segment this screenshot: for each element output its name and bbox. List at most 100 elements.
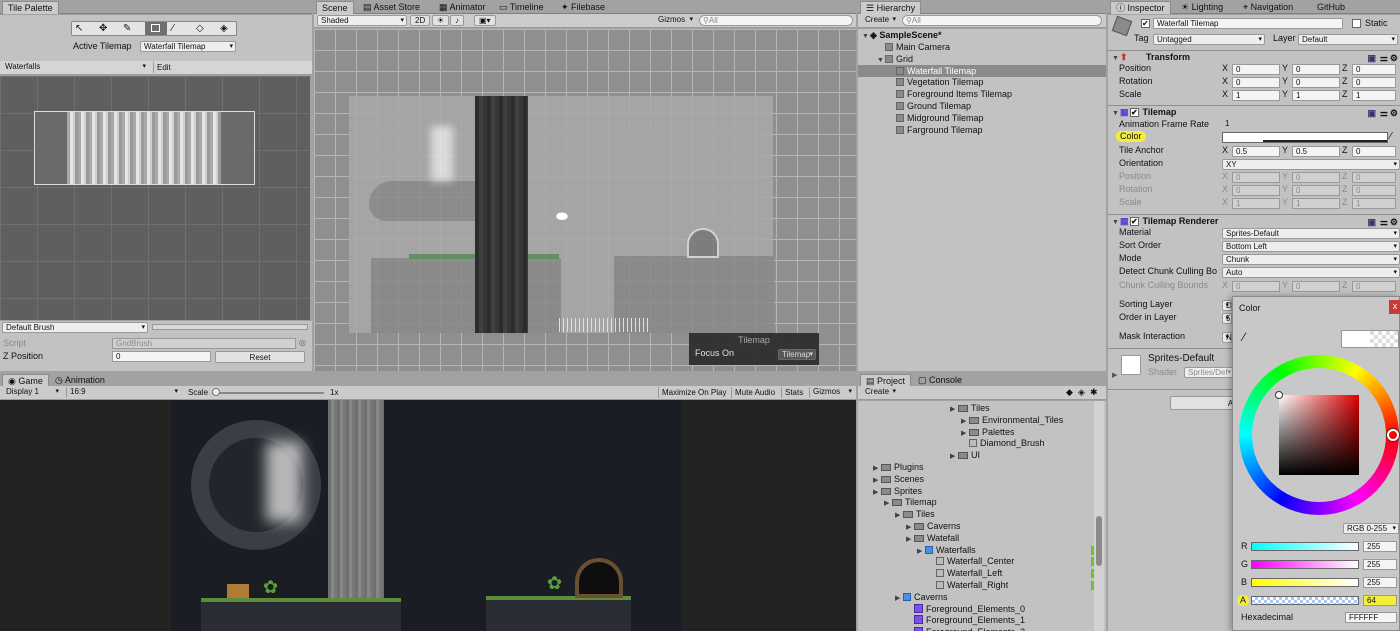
channel-slider-b[interactable] — [1251, 578, 1359, 587]
vector-input-z[interactable]: 0 — [1352, 77, 1396, 88]
static-checkbox[interactable] — [1352, 19, 1361, 28]
tilemap-renderer-header[interactable]: ▼▦ ✔ Tilemap Renderer ▣ ⚌ ⚙ — [1108, 214, 1400, 227]
vector-input-x[interactable]: 0 — [1232, 64, 1280, 75]
project-item[interactable]: Foreground_Elements_0 — [858, 603, 1106, 615]
tilemap-header[interactable]: ▼▦ ✔ Tilemap ▣ ⚌ ⚙ — [1108, 105, 1400, 118]
palette-selection[interactable] — [34, 111, 255, 185]
paint-tool-icon[interactable]: ✎ — [123, 23, 131, 34]
display-dropdown[interactable]: Display 1 — [3, 387, 61, 398]
project-item[interactable]: ▶Waterfalls+ — [858, 544, 1106, 556]
audio-toggle-icon[interactable]: ♪ — [450, 15, 464, 26]
maximize-on-play-toggle[interactable]: Maximize On Play — [658, 387, 726, 398]
channel-input-a[interactable]: 64 — [1363, 595, 1397, 606]
hierarchy-item[interactable]: Foreground Items Tilemap — [858, 88, 1106, 100]
project-item[interactable]: Waterfall_Right+ — [858, 579, 1106, 591]
stats-toggle[interactable]: Stats — [781, 387, 803, 398]
tab-lighting[interactable]: ☀ Lighting — [1176, 1, 1228, 14]
expand-arrow-icon[interactable]: ▶ — [1112, 371, 1117, 379]
tab-timeline[interactable]: ▭ Timeline — [494, 1, 549, 14]
project-item[interactable]: ▶ Caverns — [858, 520, 1106, 532]
channel-slider-r[interactable] — [1251, 542, 1359, 551]
hierarchy-search-input[interactable]: ⚲All — [902, 15, 1102, 26]
filter-label-icon[interactable]: ◈ — [1078, 387, 1085, 398]
edit-button[interactable]: Edit — [153, 62, 171, 73]
property-dropdown[interactable]: Chunk — [1222, 254, 1400, 265]
close-icon[interactable]: x — [1389, 300, 1400, 314]
tab-navigation[interactable]: ⌖ Navigation — [1238, 1, 1298, 14]
color-mode-dropdown[interactable]: RGB 0-255 — [1343, 523, 1399, 534]
active-checkbox[interactable]: ✔ — [1141, 19, 1150, 28]
box-fill-tool-icon[interactable] — [145, 22, 167, 35]
vector-input-x[interactable]: 0 — [1232, 77, 1280, 88]
property-dropdown[interactable]: Sprites-Default — [1222, 228, 1400, 239]
property-dropdown[interactable]: Auto — [1222, 267, 1400, 278]
tab-hierarchy[interactable]: ☰ Hierarchy — [860, 1, 922, 14]
vector-input-x[interactable]: 1 — [1232, 90, 1280, 101]
property-dropdown[interactable]: XY — [1222, 159, 1400, 170]
lighting-toggle-icon[interactable]: ☀ — [432, 15, 450, 26]
property-dropdown[interactable]: N — [1222, 332, 1232, 343]
vector-input-x[interactable]: 0.5 — [1232, 146, 1280, 157]
focus-dropdown[interactable]: Tilemap — [778, 349, 816, 360]
scene-gizmos-dropdown[interactable]: Gizmos — [655, 15, 695, 26]
project-item[interactable]: Foreground_Elements_1 — [858, 614, 1106, 626]
picker-tool-icon[interactable]: ⁄ — [172, 23, 174, 34]
project-item[interactable]: Waterfall_Left+ — [858, 567, 1106, 579]
active-tilemap-dropdown[interactable]: Waterfall Tilemap — [140, 41, 236, 52]
sv-cursor[interactable] — [1275, 391, 1283, 399]
tab-github[interactable]: GitHub — [1312, 1, 1350, 14]
project-item[interactable]: Foreground_Elements_2 — [858, 626, 1106, 631]
2d-toggle[interactable]: 2D — [410, 15, 431, 26]
hierarchy-item[interactable]: Vegetation Tilemap — [858, 76, 1106, 88]
transform-header[interactable]: ▼⬆ Transform ▣ ⚌ ⚙ — [1108, 50, 1400, 63]
brush-dropdown[interactable]: Default Brush — [2, 322, 148, 333]
property-dropdown[interactable]: Bottom Left — [1222, 241, 1400, 252]
mute-audio-toggle[interactable]: Mute Audio — [731, 387, 775, 398]
move-tool-icon[interactable]: ✥ — [99, 23, 107, 34]
target-icon[interactable]: ◎ — [299, 338, 306, 347]
game-viewport[interactable]: ✿ ✿ — [0, 400, 856, 631]
channel-slider-g[interactable] — [1251, 560, 1359, 569]
hue-cursor[interactable] — [1387, 429, 1399, 441]
eyedropper-icon[interactable]: ⁄ — [1390, 131, 1392, 142]
tab-tile-palette[interactable]: Tile Palette — [2, 1, 59, 14]
vector-input-y[interactable]: 1 — [1292, 90, 1340, 101]
shading-dropdown[interactable]: Shaded — [317, 15, 407, 26]
tag-dropdown[interactable]: Untagged — [1153, 34, 1265, 45]
scene-viewport[interactable]: ⬬ Tilemap Focus On Tilemap — [314, 29, 856, 371]
scale-slider-thumb[interactable] — [212, 388, 220, 396]
project-scrollbar[interactable] — [1094, 401, 1104, 631]
game-gizmos-dropdown[interactable]: Gizmos — [809, 387, 854, 398]
project-item[interactable]: ▶ Caverns — [858, 591, 1106, 603]
renderer-enabled-checkbox[interactable]: ✔ — [1130, 217, 1139, 226]
tab-animator[interactable]: ▦ Animator — [434, 1, 491, 14]
project-item[interactable]: ▶ Tiles — [858, 402, 1106, 414]
camera-gizmo-icon[interactable]: ⬬ — [556, 208, 568, 225]
select-tool-icon[interactable]: ↖ — [75, 23, 83, 34]
project-item[interactable]: Waterfall_Center+ — [858, 555, 1106, 567]
palette-grid[interactable] — [0, 76, 310, 320]
fill-tool-icon[interactable]: ◈ — [220, 23, 228, 34]
project-item[interactable]: ▶ Tilemap — [858, 496, 1106, 508]
project-item[interactable]: ▶ UI — [858, 449, 1106, 461]
property-dropdown[interactable]: D — [1222, 300, 1232, 311]
channel-input-g[interactable]: 255 — [1363, 559, 1397, 570]
hex-input[interactable]: FFFFFF — [1345, 612, 1397, 623]
hierarchy-item[interactable]: Waterfall Tilemap — [858, 64, 1106, 77]
channel-input-b[interactable]: 255 — [1363, 577, 1397, 588]
layer-dropdown[interactable]: Default — [1298, 34, 1398, 45]
vector-input-y[interactable]: 0.5 — [1292, 146, 1340, 157]
zpos-input[interactable]: 0 — [112, 351, 211, 362]
brush-splitter[interactable] — [152, 324, 308, 330]
project-item[interactable]: ▶ Scenes — [858, 473, 1106, 485]
reset-button[interactable]: Reset — [215, 351, 305, 363]
scene-search-input[interactable]: ⚲All — [699, 15, 853, 26]
scene-root[interactable]: ▼◈ SampleScene* — [858, 29, 1106, 41]
vector-input-y[interactable]: 0 — [1292, 77, 1340, 88]
project-create-dropdown[interactable]: Create — [862, 387, 898, 398]
project-item[interactable]: ▶ Tiles — [858, 508, 1106, 520]
hierarchy-item[interactable]: Ground Tilemap — [858, 100, 1106, 112]
tab-asset-store[interactable]: ▤ Asset Store — [358, 1, 425, 14]
channel-slider-a[interactable] — [1251, 596, 1359, 605]
vector-input-z[interactable]: 0 — [1352, 146, 1396, 157]
